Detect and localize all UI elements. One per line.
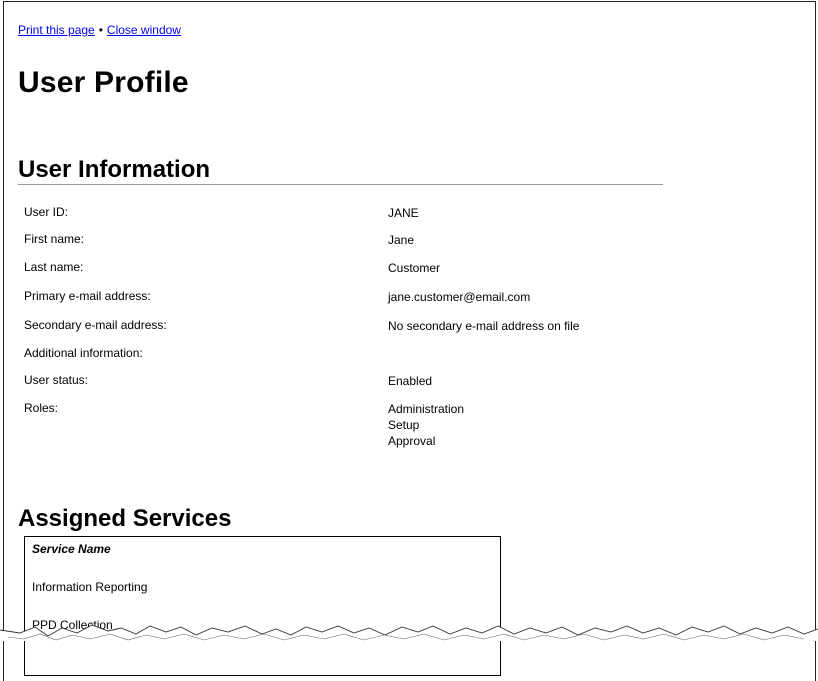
service-row: Information Reporting: [32, 580, 148, 594]
services-table: Service Name Information Reporting PPD C…: [24, 536, 501, 676]
user-status-value: Enabled: [388, 374, 433, 388]
section-divider: [18, 184, 663, 185]
close-window-link[interactable]: Close window: [107, 23, 181, 37]
secondary-email-label: Secondary e-mail address:: [24, 318, 167, 332]
link-separator: •: [98, 23, 103, 37]
page-title: User Profile: [18, 66, 189, 99]
role-item: Approval: [388, 434, 436, 448]
additional-info-label: Additional information:: [24, 346, 143, 360]
user-status-label: User status:: [24, 373, 89, 387]
service-row: PPD Collection: [32, 618, 113, 632]
secondary-email-value: No secondary e-mail address on file: [388, 319, 580, 333]
service-name-header: Service Name: [32, 542, 111, 556]
user-id-label: User ID:: [24, 205, 69, 219]
first-name-label: First name:: [24, 232, 85, 246]
assigned-services-heading: Assigned Services: [18, 505, 232, 532]
first-name-value: Jane: [388, 233, 415, 247]
user-information-heading: User Information: [18, 156, 211, 183]
print-page-link[interactable]: Print this page: [18, 23, 95, 37]
primary-email-label: Primary e-mail address:: [24, 289, 151, 303]
top-links: Print this page • Close window: [18, 23, 181, 37]
last-name-label: Last name:: [24, 260, 84, 274]
roles-label: Roles:: [24, 401, 59, 415]
role-item: Administration: [388, 402, 465, 416]
user-id-value: JANE: [388, 206, 419, 220]
primary-email-value: jane.customer@email.com: [388, 290, 531, 304]
last-name-value: Customer: [388, 261, 441, 275]
roles-list: Administration Setup Approval: [388, 401, 464, 449]
role-item: Setup: [388, 418, 420, 432]
